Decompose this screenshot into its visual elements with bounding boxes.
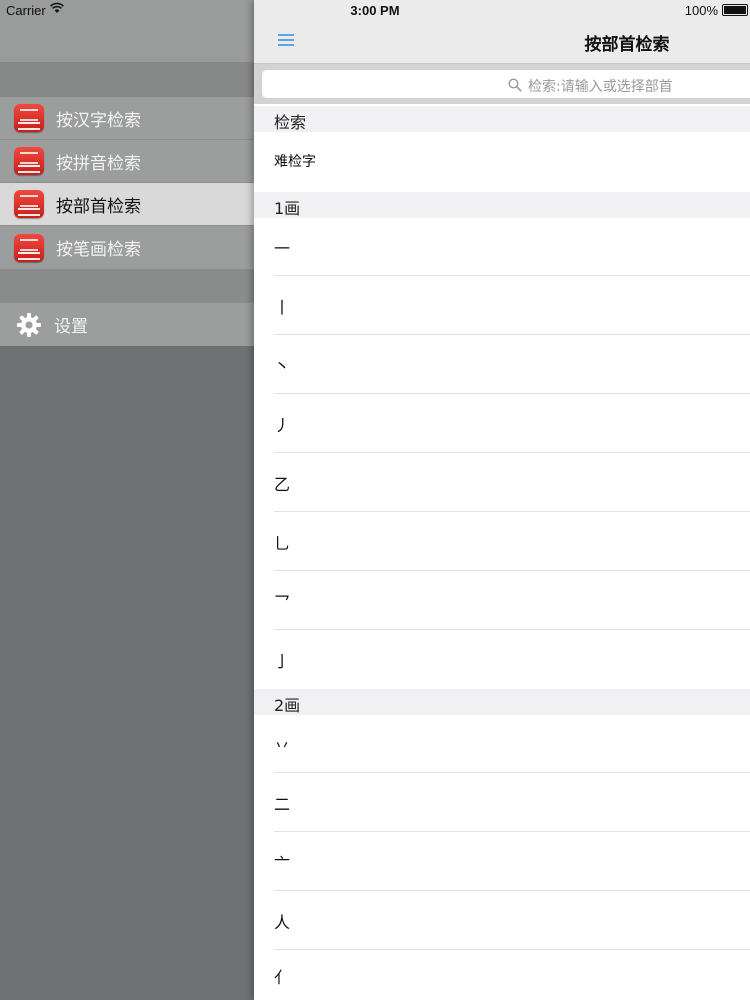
list-item-label: 人 [274, 913, 291, 932]
list-item[interactable]: 难检字 [254, 132, 750, 190]
list-item-label: 亠 [274, 854, 291, 873]
page-title: 按部首检索 [584, 35, 670, 55]
status-bar: Carrier 3:00 PM 100% [0, 0, 750, 22]
list-item[interactable]: 亻 [254, 951, 750, 1000]
list-item-label: 一 [274, 239, 291, 258]
search-bar: 检索:请输入或选择部首 [254, 64, 750, 104]
side-menu: 按汉字检索 按拼音检索 按部首检索 按笔画检索 设置 [0, 0, 254, 1000]
dictionary-app-icon [14, 233, 44, 262]
status-time: 3:00 PM [350, 3, 400, 18]
list-item-label: 亅 [274, 652, 291, 671]
list-item-label: 丨 [274, 298, 291, 317]
list-item-label: 乙 [274, 475, 291, 494]
list-item-label: 难检字 [274, 154, 316, 170]
dictionary-app-icon [14, 104, 44, 132]
section-title: 1画 [274, 199, 301, 218]
search-icon [508, 77, 522, 96]
list-item[interactable]: 丶 [254, 336, 750, 394]
list-item-label: 乚 [274, 534, 291, 553]
menu-item-label: 按部首检索 [56, 196, 141, 217]
menu-gap [0, 269, 254, 303]
menu-header-shade [0, 62, 254, 97]
list-item[interactable]: 亅 [254, 631, 750, 689]
list-item-label: 丷 [274, 736, 291, 755]
list-item[interactable]: 一 [254, 218, 750, 276]
list-item-label: 二 [274, 795, 291, 814]
list-item[interactable]: 乙 [254, 454, 750, 512]
list-item[interactable]: 乚 [254, 513, 750, 571]
dictionary-app-icon [14, 190, 44, 218]
list-item[interactable]: 亠 [254, 833, 750, 891]
menu-item-label: 按汉字检索 [56, 110, 141, 131]
battery-icon [722, 4, 748, 16]
menu-item-label: 按笔画检索 [56, 240, 141, 260]
list-item[interactable]: 丷 [254, 715, 750, 773]
list-item-label: 丶 [274, 357, 291, 376]
menu-item-radical-search[interactable]: 按部首检索 [0, 183, 254, 226]
menu-item-hanzi-search[interactable]: 按汉字检索 [0, 97, 254, 140]
list-item[interactable]: 丨 [254, 277, 750, 335]
list-item-label: 乛 [274, 593, 291, 612]
list-item-label: 丿 [274, 416, 291, 435]
section-header-1-stroke: 1画 [254, 192, 750, 218]
search-input[interactable]: 检索:请输入或选择部首 [262, 70, 750, 98]
list-item[interactable]: 乛 [254, 572, 750, 630]
list-item-label: 亻 [274, 967, 291, 987]
menu-item-label: 设置 [54, 317, 88, 337]
main-panel: 按部首检索 检索:请输入或选择部首 检索 难检字 1画 一 丨 丶 丿 乙 乚 … [254, 0, 750, 1000]
menu-item-stroke-search[interactable]: 按笔画检索 [0, 226, 254, 269]
section-header-search: 检索 [254, 106, 750, 132]
menu-item-settings[interactable]: 设置 [0, 303, 254, 346]
menu-item-pinyin-search[interactable]: 按拼音检索 [0, 140, 254, 183]
section-header-2-stroke: 2画 [254, 689, 750, 715]
list-item[interactable]: 二 [254, 774, 750, 832]
gear-icon [16, 312, 42, 338]
search-placeholder: 检索:请输入或选择部首 [528, 79, 673, 95]
menu-item-label: 按拼音检索 [56, 153, 141, 174]
list-item[interactable]: 丿 [254, 395, 750, 453]
list-item[interactable]: 人 [254, 892, 750, 950]
section-title: 2画 [274, 696, 301, 715]
battery-percent: 100% [684, 3, 718, 18]
section-title: 检索 [274, 113, 307, 132]
dictionary-app-icon [14, 147, 44, 175]
